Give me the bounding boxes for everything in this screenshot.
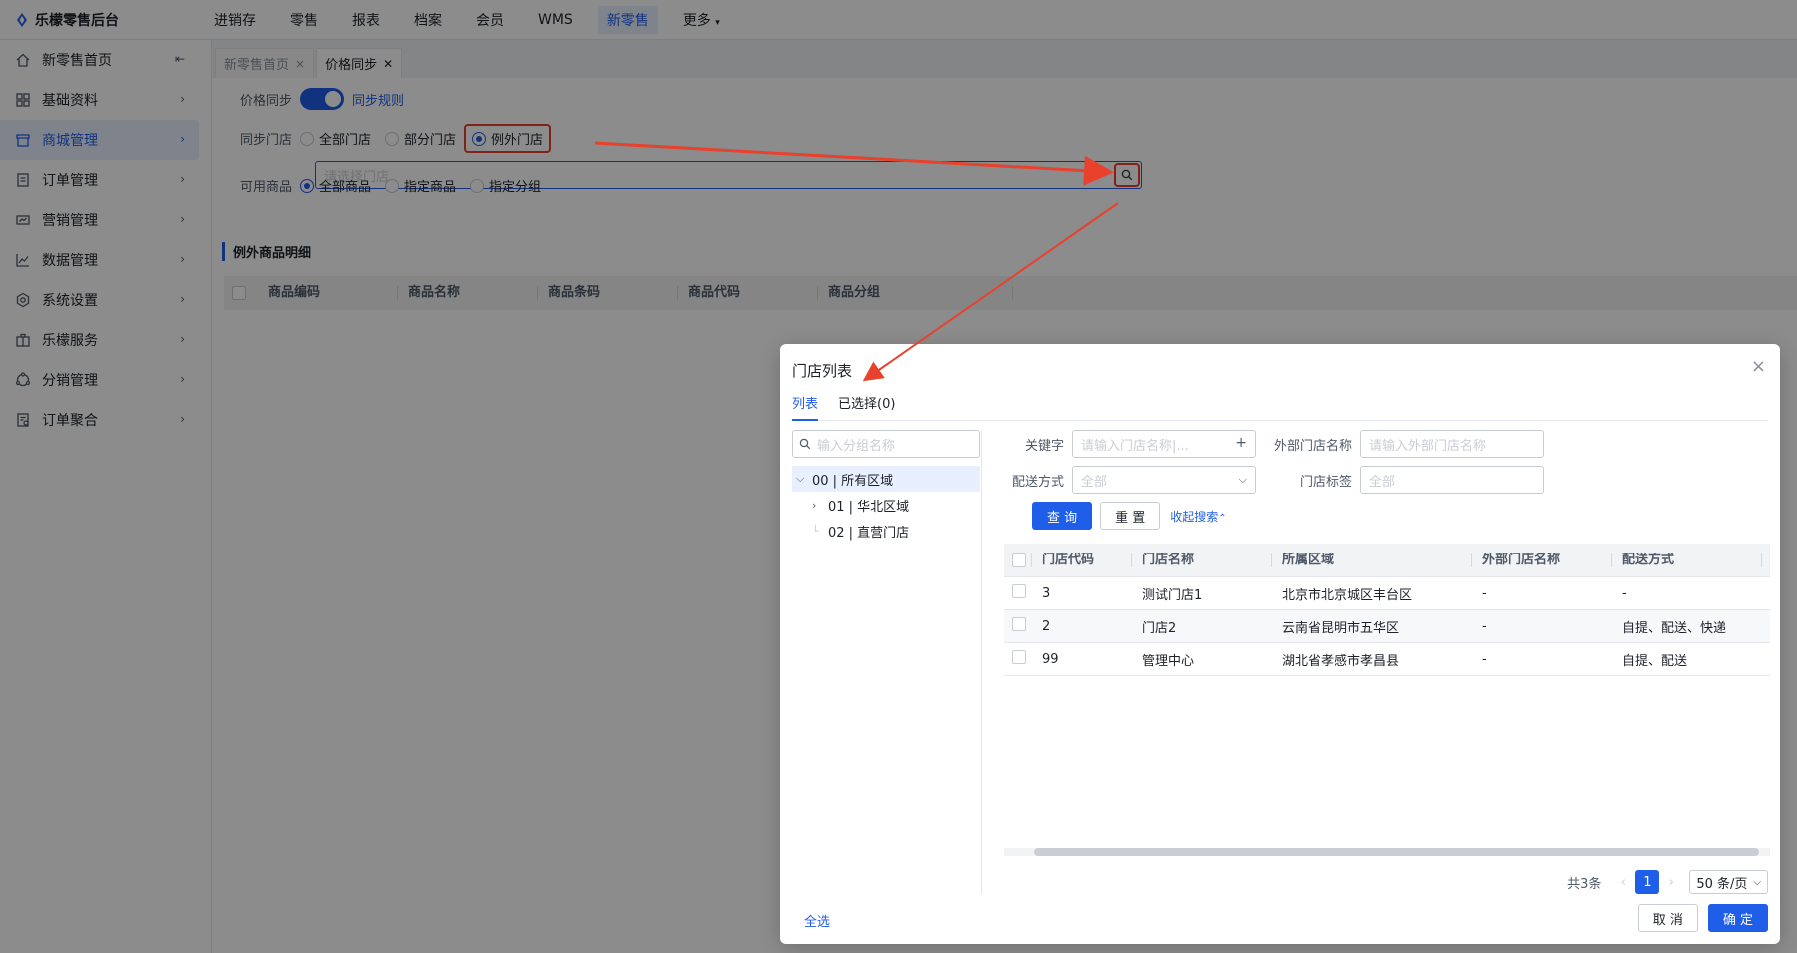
store-table: 门店代码 门店名称 所属区域 外部门店名称 配送方式 3 测试门店1 北京市北京… [1004,544,1770,676]
group-tree-pane: 输入分组名称 ⌵ 00 | 所有区域 › 01 | 华北区域 └ 02 | 直营… [792,430,982,894]
tab-selected[interactable]: 已选择(0) [838,393,895,421]
page-number[interactable]: 1 [1635,870,1660,894]
modal-title: 门店列表 [792,362,853,380]
cancel-button[interactable]: 取 消 [1637,904,1698,932]
cell-region: 云南省昆明市五华区 [1282,620,1400,636]
chevron-right-icon[interactable]: › [812,499,826,512]
cell-external-name: - [1482,651,1487,667]
collapse-search-label: 收起搜索 [1170,509,1219,524]
cell-store-code: 99 [1042,651,1059,667]
cell-region: 北京市北京城区丰台区 [1282,587,1413,603]
cell-region: 湖北省孝感市孝昌县 [1282,653,1400,669]
next-page-icon[interactable]: › [1659,870,1683,894]
select-all-checkbox-cell [1004,553,1032,567]
group-search-placeholder: 输入分组名称 [817,438,896,454]
chevron-up-icon: ⌃ [1218,512,1227,524]
tree-node-label: 00 | 所有区域 [812,473,894,489]
filter-actions: 查 询 重 置 收起搜索⌃ [998,502,1768,530]
tag-label: 门店标签 [1299,474,1352,490]
row-checkbox[interactable] [1012,650,1026,664]
prev-page-icon[interactable]: ‹ [1611,870,1635,894]
collapse-search-link[interactable]: 收起搜索⌃ [1170,508,1226,525]
horizontal-scrollbar[interactable] [1004,848,1770,856]
pagination: 共3条 ‹ 1 › 50 条/页 ⌵ [1567,870,1768,894]
query-button[interactable]: 查 询 [1032,502,1093,530]
tree-line-icon: └ [812,524,819,538]
tree-node-all-regions[interactable]: ⌵ 00 | 所有区域 [792,466,980,492]
delivery-select[interactable]: 全部 ⌵ [1072,466,1256,494]
modal-footer-actions: 取 消 确 定 [1628,904,1768,932]
close-icon[interactable]: × [1751,356,1766,377]
cell-store-name: 门店2 [1142,620,1177,636]
search-icon [799,438,811,450]
modal-tabs: 列表 已选择(0) [792,393,1768,421]
table-row[interactable]: 99 管理中心 湖北省孝感市孝昌县 - 自提、配送 [1004,643,1770,676]
select-all-link[interactable]: 全选 [804,911,830,930]
column-header[interactable]: 门店名称 [1132,553,1272,567]
filter-area: 关键字 请输入门店名称|... + 外部门店名称 请输入外部门店名称 配送方式 … [998,430,1768,538]
column-header[interactable]: 配送方式 [1612,553,1762,567]
column-header[interactable]: 门店代码 [1032,553,1132,567]
cell-external-name: - [1482,585,1487,601]
external-name-label: 外部门店名称 [1273,438,1352,454]
reset-button[interactable]: 重 置 [1100,502,1161,530]
delivery-label: 配送方式 [1011,474,1064,490]
chevron-down-icon: ⌵ [1238,473,1247,486]
cell-external-name: - [1482,618,1487,634]
table-row[interactable]: 2 门店2 云南省昆明市五华区 - 自提、配送、快递 [1004,610,1770,643]
cell-delivery: 自提、配送 [1622,653,1688,669]
confirm-button[interactable]: 确 定 [1707,904,1768,932]
tree-node-north-region[interactable]: › 01 | 华北区域 [792,492,981,518]
row-checkbox-cell [1004,650,1032,668]
filter-row: 关键字 请输入门店名称|... + 外部门店名称 请输入外部门店名称 [998,430,1768,458]
chevron-down-icon[interactable]: ⌵ [796,472,810,486]
external-name-input[interactable]: 请输入外部门店名称 [1360,430,1544,458]
column-header[interactable]: 所属区域 [1272,553,1472,567]
external-name-placeholder: 请输入外部门店名称 [1369,438,1487,454]
tree-node-direct-stores[interactable]: └ 02 | 直营门店 [792,518,981,544]
row-checkbox[interactable] [1012,584,1026,598]
chevron-down-icon: ⌵ [1753,876,1761,888]
keyword-input[interactable]: 请输入门店名称|... + [1072,430,1256,458]
delivery-value: 全部 [1081,474,1108,490]
tree-node-label: 02 | 直营门店 [828,525,910,541]
row-checkbox[interactable] [1012,617,1026,631]
total-count: 共3条 [1567,876,1602,892]
page-size-select[interactable]: 50 条/页 ⌵ [1689,870,1768,894]
plus-icon[interactable]: + [1235,435,1247,451]
page-size-value: 50 条/页 [1696,876,1748,892]
cell-store-code: 3 [1042,585,1051,601]
cell-delivery: 自提、配送、快递 [1622,620,1727,636]
cell-delivery: - [1622,585,1627,601]
group-search-input[interactable]: 输入分组名称 [792,430,980,458]
scrollbar-thumb[interactable] [1034,848,1759,856]
select-all-checkbox[interactable] [1012,553,1026,567]
row-checkbox-cell [1004,584,1032,602]
keyword-label: 关键字 [1024,438,1064,454]
tab-list[interactable]: 列表 [792,393,819,421]
tag-value: 全部 [1369,474,1396,490]
tag-select[interactable]: 全部 [1360,466,1544,494]
cell-store-name: 管理中心 [1142,653,1195,669]
store-list-modal: 门店列表 × 列表 已选择(0) 输入分组名称 ⌵ 00 | 所有区域 › 01… [780,344,1780,944]
row-checkbox-cell [1004,617,1032,635]
filter-row: 配送方式 全部 ⌵ 门店标签 全部 [998,466,1768,494]
cell-store-name: 测试门店1 [1142,587,1203,603]
keyword-placeholder: 请输入门店名称|... [1081,438,1189,454]
cell-store-code: 2 [1042,618,1051,634]
table-row[interactable]: 3 测试门店1 北京市北京城区丰台区 - - [1004,577,1770,610]
tree-node-label: 01 | 华北区域 [828,499,910,515]
table-header-row: 门店代码 门店名称 所属区域 外部门店名称 配送方式 [1004,544,1770,577]
column-header[interactable]: 外部门店名称 [1472,553,1612,567]
